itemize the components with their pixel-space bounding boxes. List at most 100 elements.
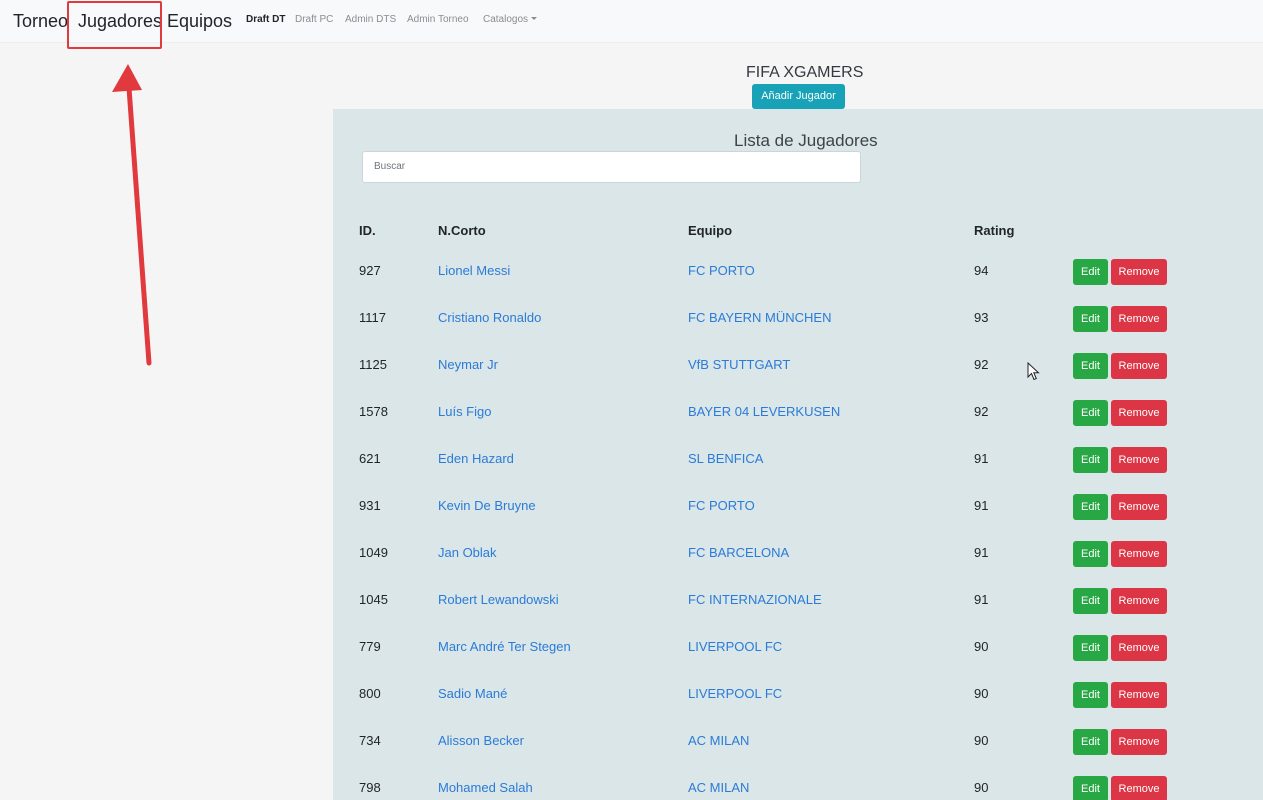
cell-id: 1125 bbox=[359, 357, 387, 372]
cell-team-link[interactable]: SL BENFICA bbox=[688, 451, 763, 466]
cell-name-link[interactable]: Luís Figo bbox=[438, 404, 491, 419]
cell-id: 931 bbox=[359, 498, 381, 513]
remove-button[interactable]: Remove bbox=[1111, 635, 1167, 661]
cell-name-link[interactable]: Sadio Mané bbox=[438, 686, 507, 701]
cell-team-link[interactable]: FC PORTO bbox=[688, 263, 755, 278]
cell-name-link[interactable]: Eden Hazard bbox=[438, 451, 514, 466]
cell-id: 621 bbox=[359, 451, 381, 466]
cell-team-link[interactable]: FC INTERNAZIONALE bbox=[688, 592, 822, 607]
cell-id: 734 bbox=[359, 733, 381, 748]
search-input[interactable]: Buscar bbox=[362, 151, 861, 183]
remove-button[interactable]: Remove bbox=[1111, 541, 1167, 567]
edit-button[interactable]: Edit bbox=[1073, 776, 1108, 800]
cell-name-link[interactable]: Marc André Ter Stegen bbox=[438, 639, 571, 654]
edit-button[interactable]: Edit bbox=[1073, 682, 1108, 708]
cell-team-link[interactable]: LIVERPOOL FC bbox=[688, 639, 782, 654]
table-row: 1117 Cristiano Ronaldo FC BAYERN MÜNCHEN 93… bbox=[333, 306, 1263, 353]
table-row: 927 Lionel Messi FC PORTO 94 Edit Remove bbox=[333, 259, 1263, 306]
table-row: 1578 Luís Figo BAYER 04 LEVERKUSEN 92 Edit Re… bbox=[333, 400, 1263, 447]
column-header-name: N.Corto bbox=[438, 223, 486, 238]
cell-team-link[interactable]: FC PORTO bbox=[688, 498, 755, 513]
column-header-team: Equipo bbox=[688, 223, 733, 238]
up-arrow-icon bbox=[112, 64, 152, 366]
cell-name-link[interactable]: Jan Oblak bbox=[438, 545, 497, 560]
cursor-icon bbox=[1027, 362, 1040, 381]
remove-button[interactable]: Remove bbox=[1111, 353, 1167, 379]
cell-id: 779 bbox=[359, 639, 381, 654]
remove-button[interactable]: Remove bbox=[1111, 259, 1167, 285]
cell-rating: 90 bbox=[974, 733, 989, 748]
cell-team-link[interactable]: FC BAYERN MÜNCHEN bbox=[688, 310, 832, 325]
caret-down-icon bbox=[531, 17, 538, 20]
edit-button[interactable]: Edit bbox=[1073, 588, 1108, 614]
edit-button[interactable]: Edit bbox=[1073, 729, 1108, 755]
cell-team-link[interactable]: LIVERPOOL FC bbox=[688, 686, 782, 701]
cell-rating: 93 bbox=[974, 310, 989, 325]
cell-rating: 90 bbox=[974, 686, 989, 701]
edit-button[interactable]: Edit bbox=[1073, 635, 1108, 661]
cell-rating: 91 bbox=[974, 545, 989, 560]
list-title: Lista de Jugadores bbox=[734, 131, 878, 150]
cell-id: 1578 bbox=[359, 404, 388, 419]
add-player-button[interactable]: Añadir Jugador bbox=[752, 84, 845, 109]
cell-team-link[interactable]: BAYER 04 LEVERKUSEN bbox=[688, 404, 840, 419]
cell-name-link[interactable]: Neymar Jr bbox=[438, 357, 498, 372]
cell-id: 1045 bbox=[359, 592, 388, 607]
cell-name-link[interactable]: Kevin De Bruyne bbox=[438, 498, 536, 513]
cell-id: 1117 bbox=[359, 310, 386, 325]
edit-button[interactable]: Edit bbox=[1073, 259, 1108, 285]
table-row: 1045 Robert Lewandowski FC INTERNAZIONALE 9… bbox=[333, 588, 1263, 635]
table-row: 931 Kevin De Bruyne FC PORTO 91 Edit Remove bbox=[333, 494, 1263, 541]
remove-button[interactable]: Remove bbox=[1111, 494, 1167, 520]
remove-button[interactable]: Remove bbox=[1111, 306, 1167, 332]
cell-team-link[interactable]: FC BARCELONA bbox=[688, 545, 789, 560]
cell-id: 798 bbox=[359, 780, 381, 795]
remove-button[interactable]: Remove bbox=[1111, 776, 1167, 800]
cell-id: 927 bbox=[359, 263, 381, 278]
cell-name-link[interactable]: Mohamed Salah bbox=[438, 780, 533, 795]
edit-button[interactable]: Edit bbox=[1073, 541, 1108, 567]
cell-rating: 92 bbox=[974, 404, 989, 419]
nav-equipos[interactable]: Equipos bbox=[167, 11, 232, 32]
cell-team-link[interactable]: AC MILAN bbox=[688, 780, 749, 795]
cell-id: 1049 bbox=[359, 545, 388, 560]
table-row: 779 Marc André Ter Stegen LIVERPOOL FC 90 Ed… bbox=[333, 635, 1263, 682]
edit-button[interactable]: Edit bbox=[1073, 306, 1108, 332]
cell-id: 800 bbox=[359, 686, 381, 701]
remove-button[interactable]: Remove bbox=[1111, 682, 1167, 708]
cell-name-link[interactable]: Lionel Messi bbox=[438, 263, 510, 278]
nav-torneo[interactable]: Torneo bbox=[13, 11, 68, 32]
edit-button[interactable]: Edit bbox=[1073, 494, 1108, 520]
cell-name-link[interactable]: Cristiano Ronaldo bbox=[438, 310, 541, 325]
remove-button[interactable]: Remove bbox=[1111, 400, 1167, 426]
cell-rating: 91 bbox=[974, 451, 989, 466]
nav-draft-dt[interactable]: Draft DT bbox=[246, 14, 285, 25]
table-row: 1125 Neymar Jr VfB STUTTGART 92 Edit Remove bbox=[333, 353, 1263, 400]
site-title: FIFA XGAMERS bbox=[746, 64, 864, 81]
nav-draft-pc[interactable]: Draft PC bbox=[295, 14, 333, 25]
cell-team-link[interactable]: VfB STUTTGART bbox=[688, 357, 790, 372]
edit-button[interactable]: Edit bbox=[1073, 400, 1108, 426]
nav-catalogos-label: Catalogos bbox=[483, 14, 529, 25]
navbar: Torneo Jugadores Equipos Draft DT Draft … bbox=[0, 0, 1263, 43]
table-row: 734 Alisson Becker AC MILAN 90 Edit Remove bbox=[333, 729, 1263, 776]
nav-admin-torneo[interactable]: Admin Torneo bbox=[407, 14, 469, 25]
remove-button[interactable]: Remove bbox=[1111, 588, 1167, 614]
nav-catalogos-dropdown[interactable]: Catalogos bbox=[483, 14, 538, 25]
cell-rating: 92 bbox=[974, 357, 989, 372]
nav-admin-dts[interactable]: Admin DTS bbox=[345, 14, 396, 25]
remove-button[interactable]: Remove bbox=[1111, 447, 1167, 473]
edit-button[interactable]: Edit bbox=[1073, 447, 1108, 473]
cell-rating: 94 bbox=[974, 263, 989, 278]
highlight-box bbox=[67, 1, 162, 49]
cell-team-link[interactable]: AC MILAN bbox=[688, 733, 749, 748]
column-header-rating: Rating bbox=[974, 223, 1015, 238]
cell-rating: 91 bbox=[974, 592, 989, 607]
remove-button[interactable]: Remove bbox=[1111, 729, 1167, 755]
cell-name-link[interactable]: Alisson Becker bbox=[438, 733, 524, 748]
cell-name-link[interactable]: Robert Lewandowski bbox=[438, 592, 559, 607]
table-row: 621 Eden Hazard SL BENFICA 91 Edit Remove bbox=[333, 447, 1263, 494]
edit-button[interactable]: Edit bbox=[1073, 353, 1108, 379]
column-header-id: ID. bbox=[359, 223, 376, 238]
cell-rating: 90 bbox=[974, 780, 989, 795]
